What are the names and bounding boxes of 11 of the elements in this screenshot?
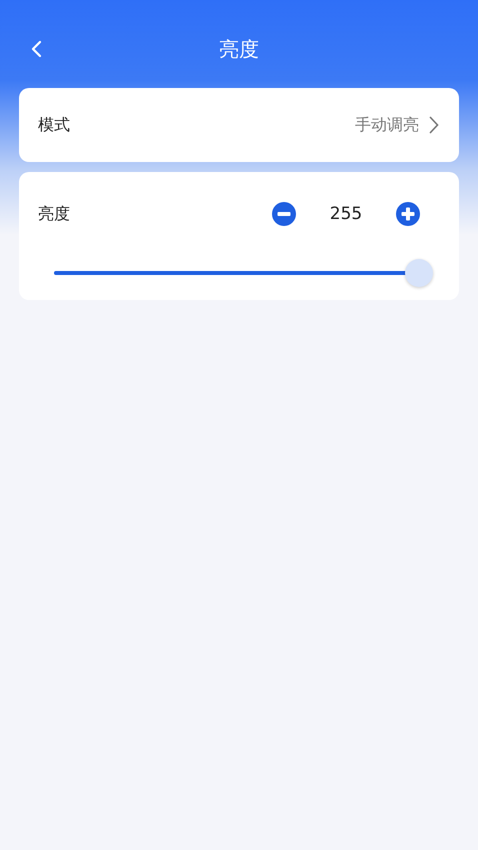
mode-value: 手动调亮 [355,114,419,136]
back-icon[interactable] [30,40,44,58]
page-title: 亮度 [219,36,259,62]
slider-thumb[interactable] [405,259,433,287]
chevron-right-icon [429,116,439,134]
brightness-label: 亮度 [38,204,70,224]
mode-label: 模式 [38,114,70,136]
plus-button[interactable] [395,201,421,227]
brightness-value: 255 [328,204,364,224]
minus-button[interactable] [271,201,297,227]
mode-row[interactable]: 模式 手动调亮 [19,88,459,162]
